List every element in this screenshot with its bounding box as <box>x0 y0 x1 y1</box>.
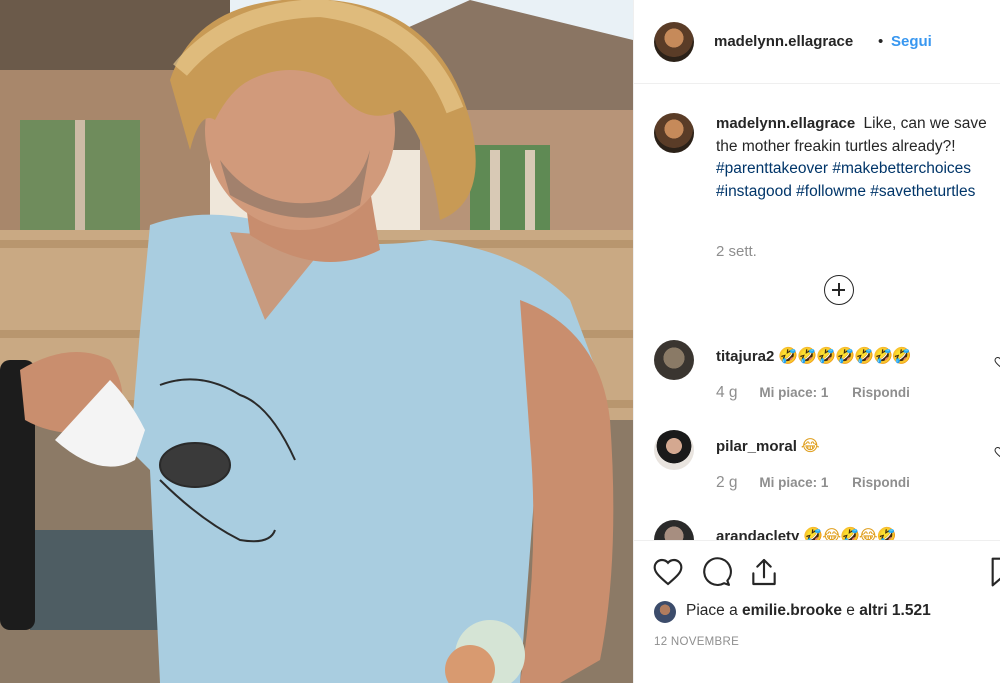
plus-circle-icon[interactable] <box>824 275 854 305</box>
liker-avatar <box>654 601 676 623</box>
post-header: madelynn.ellagrace • Segui <box>634 0 1000 84</box>
comment-line: pilar_moral 😂 <box>716 436 820 456</box>
reply-button[interactable]: Rispondi <box>852 385 910 400</box>
likes-user[interactable]: emilie.brooke <box>742 602 842 619</box>
bookmark-icon[interactable] <box>986 556 1000 588</box>
comment-meta: 4 g Mi piace: 1 Rispondi <box>716 384 910 402</box>
likes-count[interactable]: altri 1.521 <box>859 602 931 619</box>
likes-summary[interactable]: Piace a emilie.brooke e altri 1.521 <box>654 601 994 625</box>
comment-text: 😂 <box>800 436 820 455</box>
comment-avatar[interactable] <box>654 430 694 470</box>
comment-username[interactable]: pilar_moral <box>716 438 797 455</box>
comment-line: titajura2 🤣🤣🤣🤣🤣🤣🤣 <box>716 346 912 366</box>
comment-item: titajura2 🤣🤣🤣🤣🤣🤣🤣 4 g Mi piace: 1 Rispond… <box>654 340 1000 420</box>
comment-age[interactable]: 4 g <box>716 384 738 401</box>
comment-username[interactable]: titajura2 <box>716 348 774 365</box>
hashtag[interactable]: #followme <box>796 183 866 200</box>
header-separator: • <box>878 33 884 50</box>
photo-illustration <box>0 0 633 683</box>
comment-likes[interactable]: Mi piace: 1 <box>759 475 828 490</box>
follow-button[interactable]: Segui <box>891 33 932 50</box>
caption-time[interactable]: 2 sett. <box>716 243 757 260</box>
heart-icon[interactable] <box>994 356 1000 368</box>
post-date[interactable]: 12 NOVEMBRE <box>654 636 739 648</box>
comment-avatar[interactable] <box>654 520 694 540</box>
author-username[interactable]: madelynn.ellagrace <box>714 33 853 50</box>
comment-text: 🤣🤣🤣🤣🤣🤣🤣 <box>778 346 911 365</box>
heart-icon[interactable] <box>994 446 1000 458</box>
hashtag[interactable]: #makebetterchoices <box>832 160 971 177</box>
comment-item: pilar_moral 😂 2 g Mi piace: 1 Rispondi <box>654 430 1000 510</box>
comments-section[interactable]: madelynn.ellagrace Like, can we save the… <box>634 85 1000 540</box>
comment-icon[interactable] <box>700 556 732 588</box>
comment-avatar[interactable] <box>654 340 694 380</box>
share-icon[interactable] <box>748 556 780 588</box>
comment-meta: 2 g Mi piace: 1 Rispondi <box>716 474 910 492</box>
likes-join: e <box>846 602 855 619</box>
hashtag[interactable]: #parenttakeover <box>716 160 828 177</box>
heart-icon[interactable] <box>652 556 684 588</box>
comment-username[interactable]: arandaclety <box>716 528 799 540</box>
hashtag[interactable]: #savetheturtles <box>870 183 975 200</box>
comment-age[interactable]: 2 g <box>716 474 738 491</box>
caption-username[interactable]: madelynn.ellagrace <box>716 115 855 132</box>
post-actions: Piace a emilie.brooke e altri 1.521 12 N… <box>634 540 1000 683</box>
comment-line: arandaclety 🤣😂🤣😂🤣 <box>716 526 897 540</box>
post-photo[interactable] <box>0 0 633 683</box>
caption-text: madelynn.ellagrace Like, can we save the… <box>716 113 1000 203</box>
comment-likes[interactable]: Mi piace: 1 <box>759 385 828 400</box>
author-avatar[interactable] <box>654 22 694 62</box>
comment-item: arandaclety 🤣😂🤣😂🤣 <box>654 520 1000 540</box>
caption-avatar[interactable] <box>654 113 694 153</box>
likes-text: Piace a emilie.brooke e altri 1.521 <box>686 602 931 620</box>
post-sidebar: madelynn.ellagrace • Segui madelynn.ella… <box>633 0 1000 683</box>
reply-button[interactable]: Rispondi <box>852 475 910 490</box>
comment-text: 🤣😂🤣😂🤣 <box>803 526 896 540</box>
likes-prefix: Piace a <box>686 602 738 619</box>
hashtag[interactable]: #instagood <box>716 183 792 200</box>
